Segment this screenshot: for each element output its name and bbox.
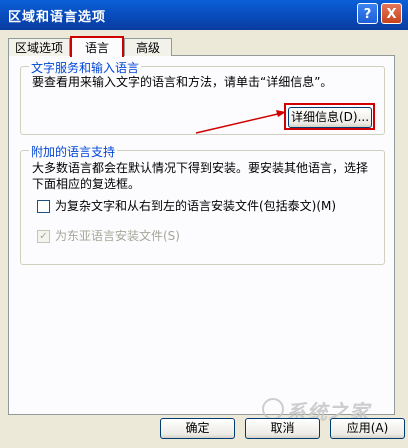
- tab-languages[interactable]: 语言: [70, 36, 124, 57]
- ok-button[interactable]: 确定: [160, 418, 235, 439]
- annotation-arrow-icon: [195, 110, 286, 134]
- apply-button[interactable]: 应用(A): [330, 418, 405, 439]
- watermark-logo-icon: [262, 398, 284, 420]
- cancel-button[interactable]: 取消: [245, 418, 320, 439]
